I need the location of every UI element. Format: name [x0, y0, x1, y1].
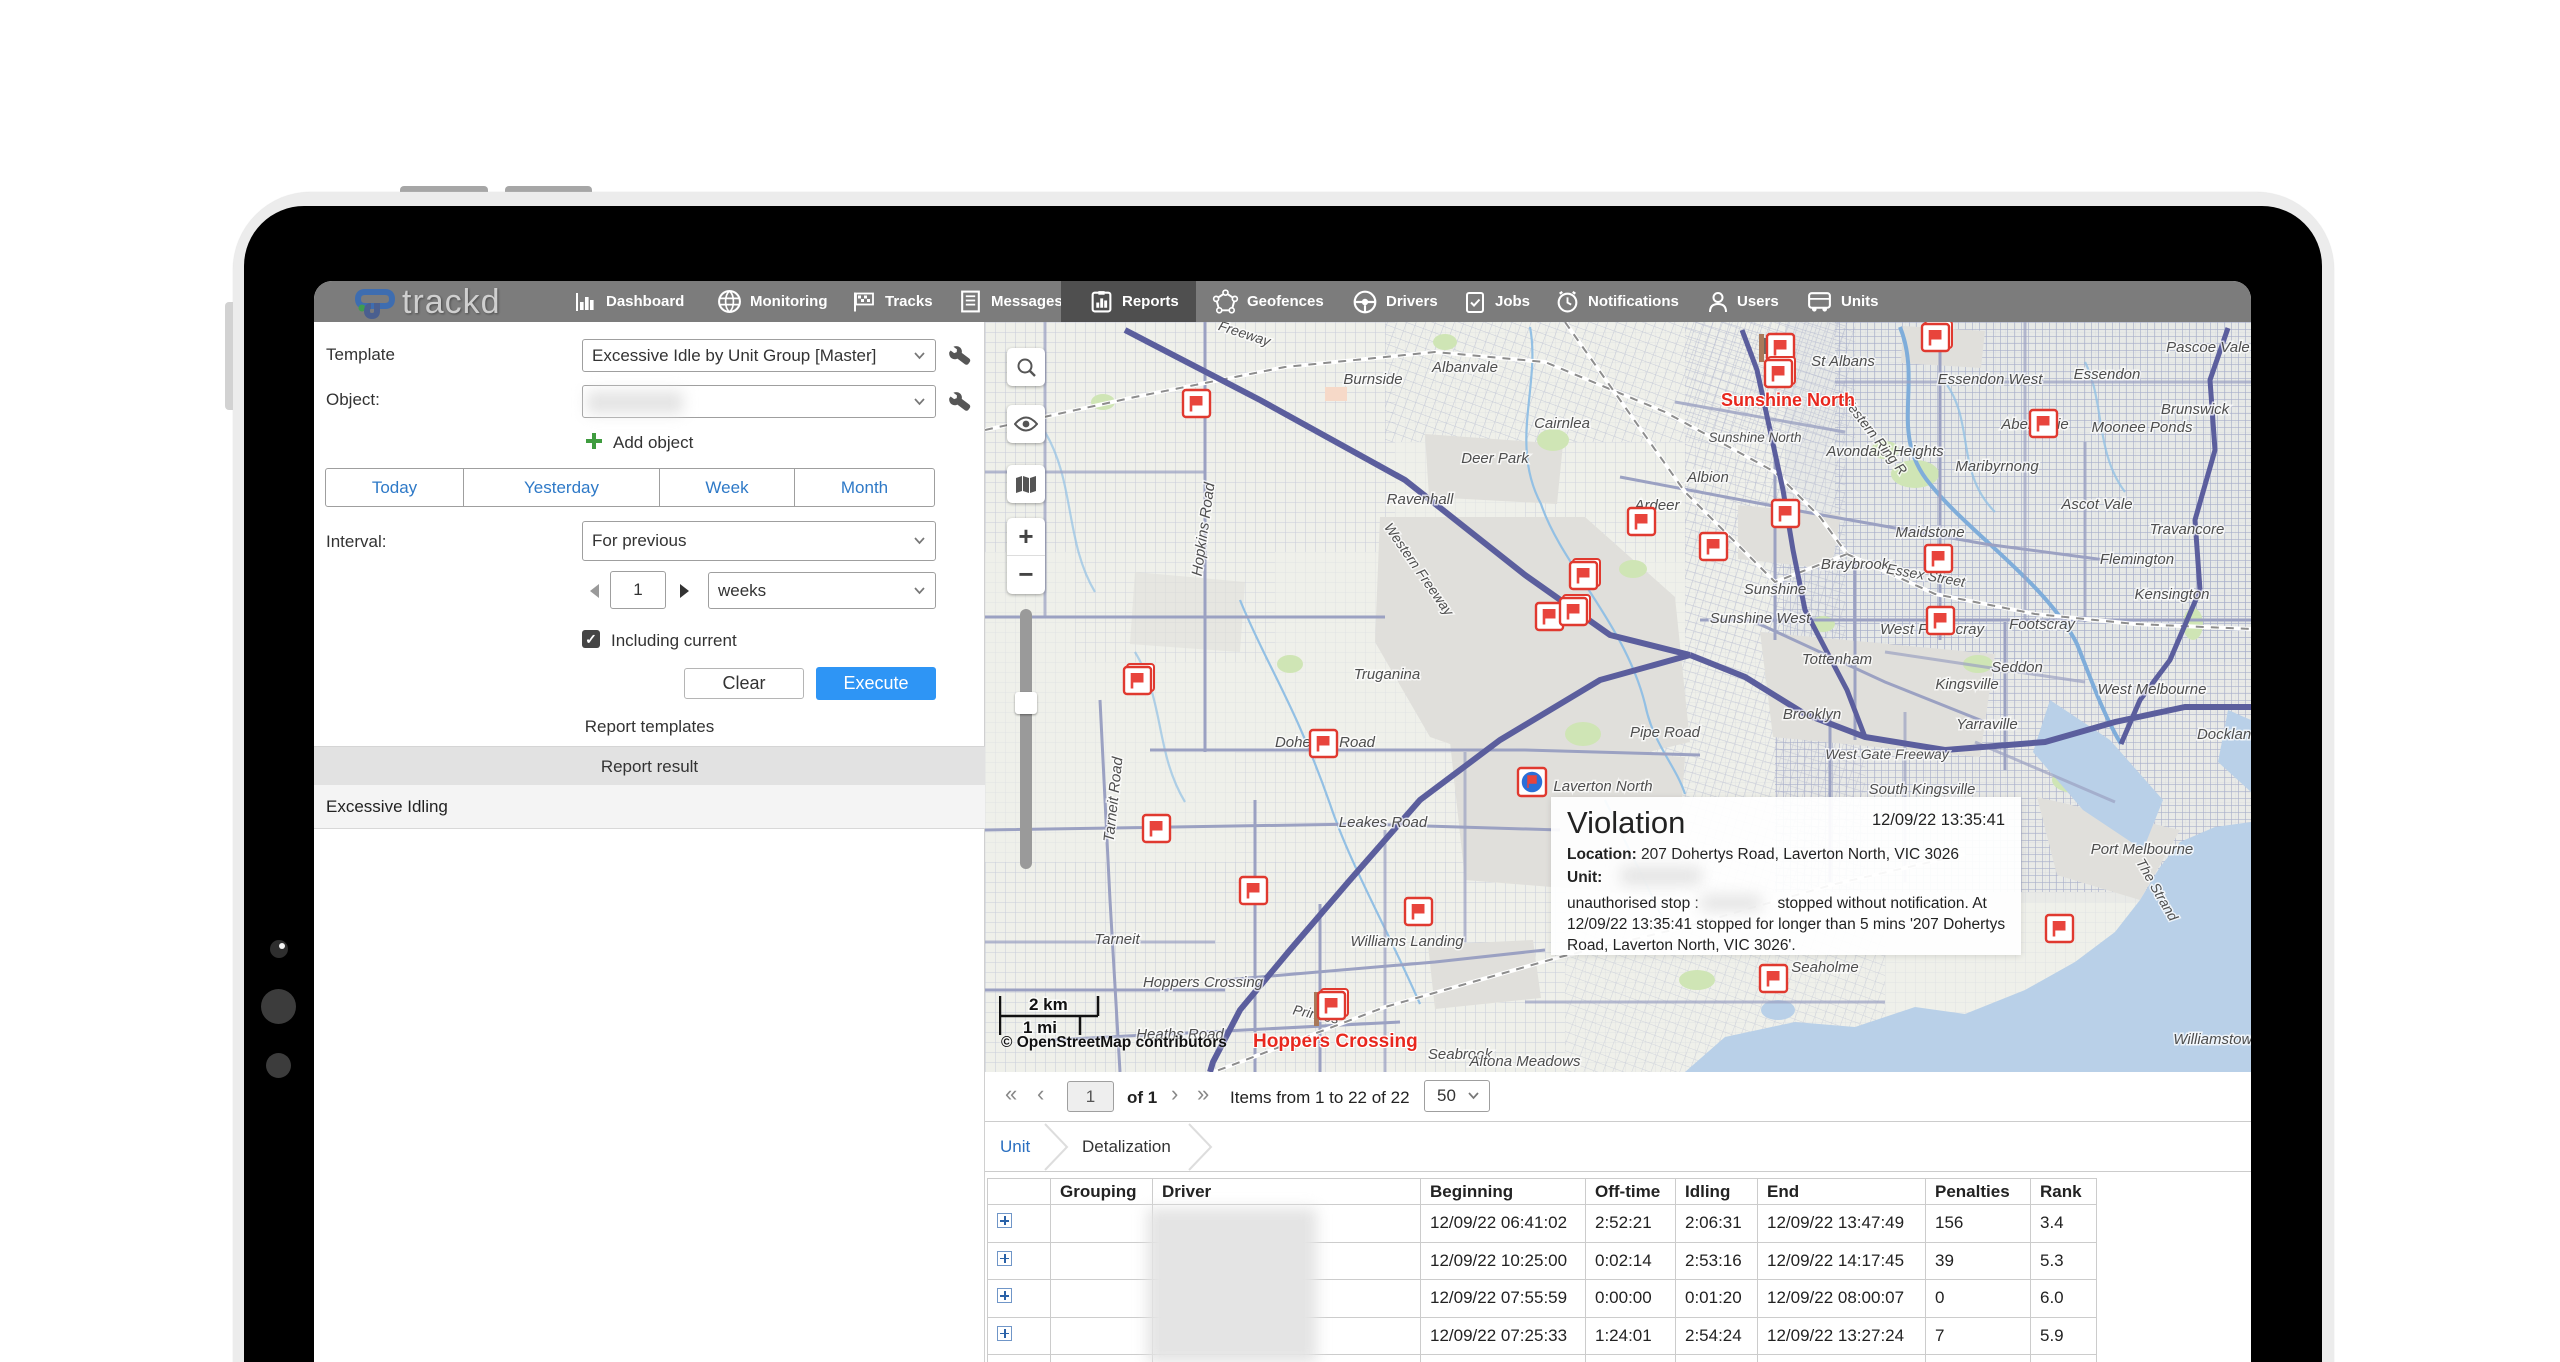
svg-text:Altona Meadows: Altona Meadows: [1469, 1053, 1581, 1070]
svg-text:Travancore: Travancore: [2150, 521, 2225, 538]
svg-text:Essendon: Essendon: [2074, 366, 2141, 383]
svg-text:Sunshine: Sunshine: [1744, 581, 1807, 598]
svg-text:Deer Park: Deer Park: [1461, 450, 1530, 467]
svg-text:Brunswick: Brunswick: [2161, 401, 2231, 418]
svg-text:Williams Landing: Williams Landing: [1350, 933, 1464, 950]
svg-text:Moonee Ponds: Moonee Ponds: [2092, 419, 2193, 436]
svg-text:Cairnlea: Cairnlea: [1534, 415, 1590, 432]
svg-text:Yarraville: Yarraville: [1956, 716, 2017, 733]
svg-text:Footscray: Footscray: [2009, 616, 2076, 633]
svg-text:Albanvale: Albanvale: [1431, 359, 1498, 376]
svg-text:St Albans: St Albans: [1811, 353, 1875, 370]
svg-text:Laverton North: Laverton North: [1553, 778, 1652, 795]
svg-text:Pascoe Vale S: Pascoe Vale S: [2166, 339, 2251, 356]
svg-text:Truganina: Truganina: [1354, 666, 1420, 683]
svg-text:Docklands: Docklands: [2197, 726, 2251, 743]
svg-text:Port Melbourne: Port Melbourne: [2091, 841, 2194, 858]
svg-text:Burnside: Burnside: [1343, 371, 1402, 388]
svg-text:Seddon: Seddon: [1991, 659, 2043, 676]
svg-text:Kensington: Kensington: [2134, 586, 2209, 603]
svg-text:Essendon West: Essendon West: [1938, 371, 2044, 388]
svg-text:Ascot Vale: Ascot Vale: [2060, 496, 2132, 513]
svg-text:Flemington: Flemington: [2100, 551, 2174, 568]
svg-text:Leakes Road: Leakes Road: [1339, 814, 1428, 831]
svg-text:Maribyrnong: Maribyrnong: [1955, 458, 2039, 475]
svg-text:Albion: Albion: [1686, 469, 1729, 486]
svg-text:Hoppers Crossing: Hoppers Crossing: [1143, 974, 1264, 991]
svg-text:2 km: 2 km: [1029, 995, 1068, 1014]
svg-text:Maidstone: Maidstone: [1895, 524, 1964, 541]
svg-text:Williamstown: Williamstown: [2173, 1031, 2251, 1048]
svg-text:West Melbourne: West Melbourne: [2098, 681, 2207, 698]
svg-text:West Gate Freeway: West Gate Freeway: [1825, 746, 1949, 762]
svg-text:Seaholme: Seaholme: [1791, 959, 1859, 976]
svg-text:Tarneit: Tarneit: [1094, 931, 1140, 948]
svg-text:Kingsville: Kingsville: [1935, 676, 1998, 693]
svg-text:Ravenhall: Ravenhall: [1387, 491, 1454, 508]
svg-text:Brooklyn: Brooklyn: [1783, 706, 1841, 723]
svg-text:Sunshine North: Sunshine North: [1708, 430, 1801, 445]
svg-text:South Kingsville: South Kingsville: [1869, 781, 1976, 798]
svg-text:Tottenham: Tottenham: [1802, 651, 1872, 668]
svg-text:Braybrook: Braybrook: [1821, 556, 1891, 573]
svg-text:Pipe Road: Pipe Road: [1630, 724, 1701, 741]
svg-text:Sunshine West: Sunshine West: [1710, 610, 1811, 627]
